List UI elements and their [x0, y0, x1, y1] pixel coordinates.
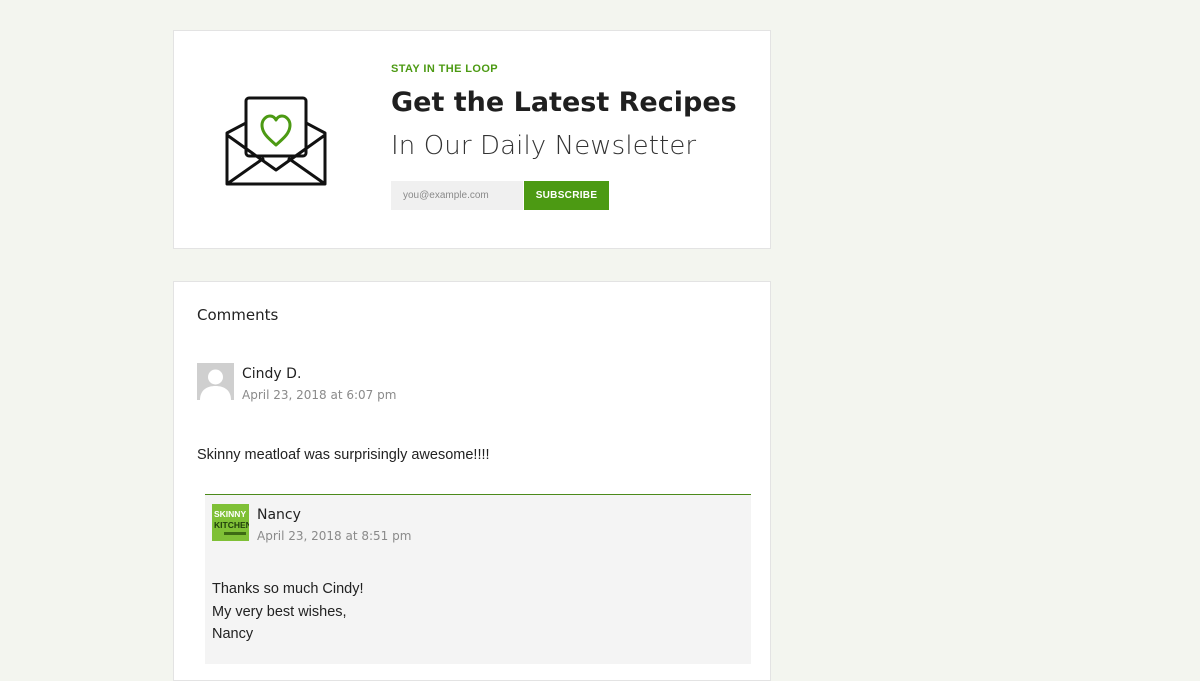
newsletter-eyebrow: STAY IN THE LOOP — [391, 63, 499, 75]
reply-comment: SKINNY KITCHEN Nancy April 23, 2018 at 8… — [205, 494, 751, 664]
default-user-icon — [197, 363, 234, 400]
newsletter-form: SUBSCRIBE — [391, 181, 751, 210]
reply-line: Thanks so much Cindy! — [212, 581, 364, 597]
reply-line: My very best wishes, — [212, 603, 347, 620]
reply-text: Thanks so much Cindy! My very best wishe… — [212, 578, 364, 646]
comment-header: Cindy D. April 23, 2018 at 6:07 pm — [197, 363, 749, 403]
newsletter-card: STAY IN THE LOOP Get the Latest Recipes … — [173, 30, 771, 249]
comment: Cindy D. April 23, 2018 at 6:07 pm Skinn… — [197, 363, 749, 467]
comments-heading: Comments — [197, 306, 279, 324]
email-input[interactable] — [391, 181, 523, 210]
comments-section: Comments Cindy D. April 23, 2018 at 6:07… — [173, 281, 771, 681]
newsletter-subtitle: In Our Daily Newsletter — [391, 131, 697, 161]
reply-header: SKINNY KITCHEN Nancy April 23, 2018 at 8… — [212, 504, 732, 544]
comment-text: Skinny meatloaf was surprisingly awesome… — [197, 447, 490, 463]
avatar — [197, 363, 234, 400]
envelope-heart-icon — [225, 96, 327, 186]
newsletter-title: Get the Latest Recipes — [391, 87, 737, 118]
logo-word-bottom: KITCHEN — [214, 520, 249, 530]
avatar: SKINNY KITCHEN — [212, 504, 249, 541]
subscribe-button[interactable]: SUBSCRIBE — [524, 181, 609, 210]
reply-date[interactable]: April 23, 2018 at 8:51 pm — [257, 529, 411, 544]
reply-line: Nancy — [212, 626, 254, 642]
newsletter-content: STAY IN THE LOOP Get the Latest Recipes … — [391, 62, 751, 210]
comment-date[interactable]: April 23, 2018 at 6:07 pm — [242, 388, 396, 403]
logo-word-top: SKINNY — [214, 509, 246, 519]
comment-author[interactable]: Cindy D. — [242, 366, 301, 383]
reply-author[interactable]: Nancy — [257, 507, 301, 524]
skinny-kitchen-logo: SKINNY KITCHEN — [212, 504, 249, 541]
